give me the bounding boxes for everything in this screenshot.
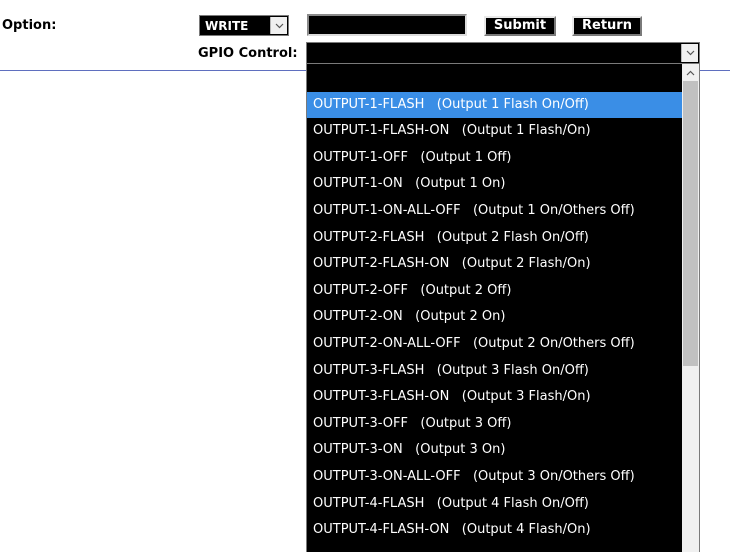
dropdown-option[interactable]: OUTPUT-4-FLASH (Output 4 Flash On/Off) [307,491,684,517]
value-input[interactable] [307,14,467,36]
dropdown-option[interactable]: OUTPUT-1-OFF (Output 1 Off) [307,145,684,171]
option-label: Option: [2,18,57,33]
dropdown-option[interactable]: OUTPUT-1-FLASH-ON (Output 1 Flash/On) [307,118,684,144]
dropdown-option[interactable]: OUTPUT-2-ON-ALL-OFF (Output 2 On/Others … [307,331,684,357]
mode-select-value: WRITE [205,19,249,33]
dropdown-option[interactable]: OUTPUT-3-ON (Output 3 On) [307,437,684,463]
dropdown-option[interactable]: OUTPUT-2-FLASH-ON (Output 2 Flash/On) [307,251,684,277]
dropdown-option[interactable]: OUTPUT-3-FLASH (Output 3 Flash On/Off) [307,358,684,384]
chevron-down-icon[interactable] [270,17,287,34]
scroll-up-icon[interactable] [682,64,699,81]
scrollbar[interactable] [682,64,699,552]
return-button[interactable]: Return [572,16,642,36]
gpio-control-label: GPIO Control: [198,46,298,61]
dropdown-option[interactable]: OUTPUT-2-FLASH (Output 2 Flash On/Off) [307,225,684,251]
chevron-down-icon[interactable] [681,44,698,62]
dropdown-option[interactable]: OUTPUT-3-FLASH-ON (Output 3 Flash/On) [307,384,684,410]
dropdown-option[interactable]: OUTPUT-1-ON-ALL-OFF (Output 1 On/Others … [307,198,684,224]
scrollbar-thumb[interactable] [683,81,698,366]
dropdown-option[interactable]: OUTPUT-4-FLASH-ON (Output 4 Flash/On) [307,517,684,543]
gpio-control-select[interactable] [306,42,700,64]
dropdown-option[interactable]: OUTPUT-3-OFF (Output 3 Off) [307,411,684,437]
submit-button[interactable]: Submit [484,16,556,36]
dropdown-option[interactable]: OUTPUT-1-ON (Output 1 On) [307,171,684,197]
dropdown-option[interactable] [307,65,684,91]
dropdown-option[interactable]: OUTPUT-2-ON (Output 2 On) [307,304,684,330]
dropdown-option[interactable]: OUTPUT-2-OFF (Output 2 Off) [307,278,684,304]
gpio-options-list[interactable]: OUTPUT-1-FLASH (Output 1 Flash On/Off) OU… [306,64,700,552]
dropdown-option[interactable]: OUTPUT-1-FLASH (Output 1 Flash On/Off) [307,91,684,118]
dropdown-option[interactable]: OUTPUT-3-ON-ALL-OFF (Output 3 On/Others … [307,464,684,490]
mode-select[interactable]: WRITE [199,15,289,36]
